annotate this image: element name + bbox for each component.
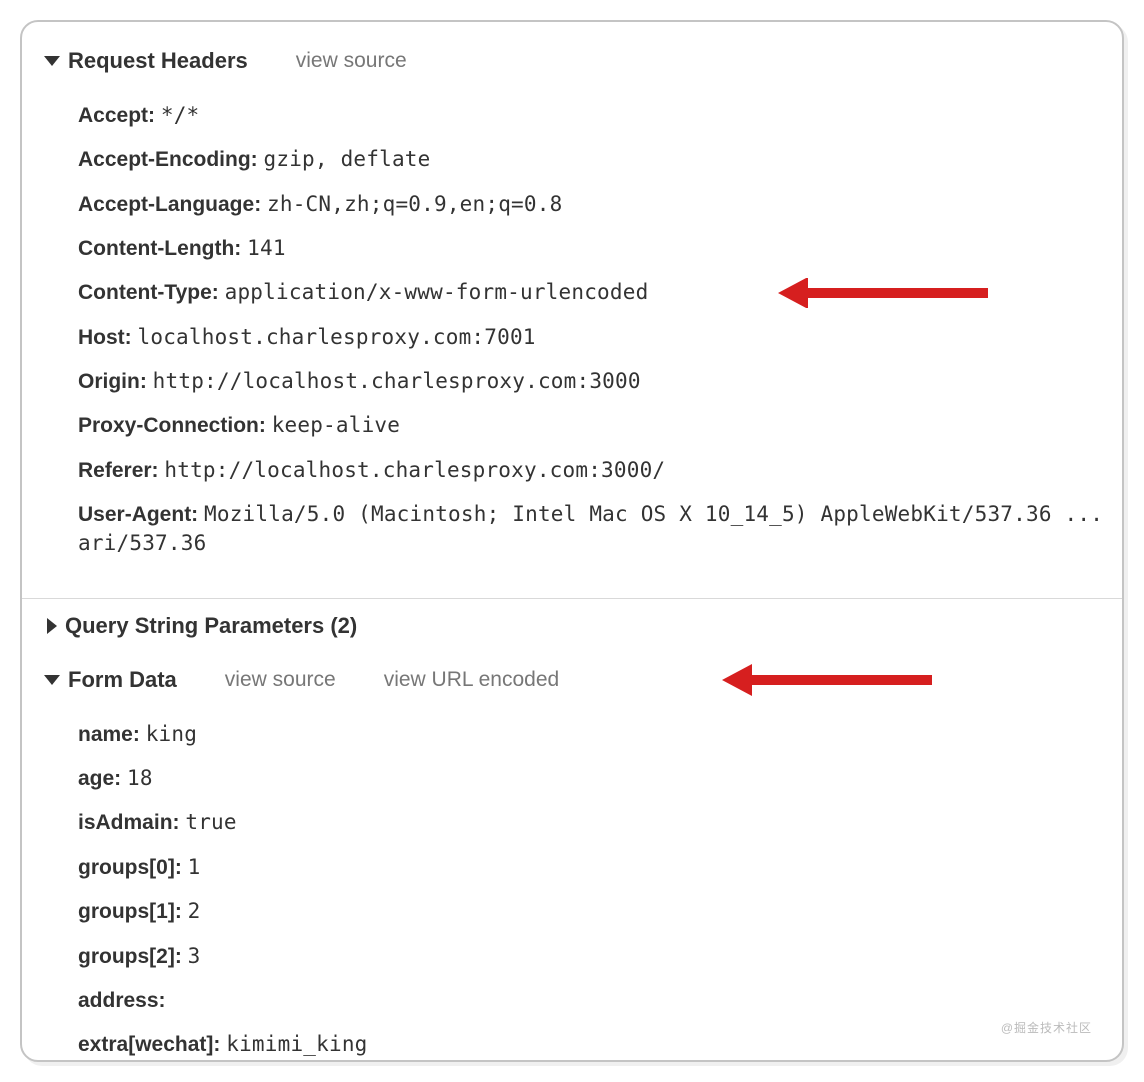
annotation-arrow-icon <box>778 278 988 307</box>
header-row: Referer: http://localhost.charlesproxy.c… <box>78 456 1122 485</box>
request-headers-list: Accept: */* Accept-Encoding: gzip, defla… <box>22 82 1122 592</box>
header-value: http://localhost.charlesproxy.com:3000/ <box>164 458 665 482</box>
form-row: groups[2]: 3 <box>78 942 1122 971</box>
header-value: http://localhost.charlesproxy.com:3000 <box>153 369 641 393</box>
section-title: Request Headers <box>68 48 248 74</box>
header-row: Content-Length: 141 <box>78 234 1122 263</box>
header-key: Proxy-Connection: <box>78 414 266 437</box>
form-value: kimimi_king <box>226 1032 367 1056</box>
form-row: isAdmain: true <box>78 808 1122 837</box>
section-query-string: Query String Parameters (2) Form Data vi… <box>22 598 1122 1062</box>
form-value: 18 <box>127 766 153 790</box>
header-row-content-type: Content-Type: application/x-www-form-url… <box>78 278 1122 307</box>
header-value: gzip, deflate <box>264 147 431 171</box>
header-row: Host: localhost.charlesproxy.com:7001 <box>78 323 1122 352</box>
form-key: extra[wechat]: <box>78 1033 220 1056</box>
form-key: isAdmain: <box>78 811 180 834</box>
form-row: extra[wechat]: kimimi_king <box>78 1030 1122 1059</box>
header-key: Content-Length: <box>78 237 241 260</box>
form-data-toggle[interactable]: Form Data view source view URL encoded <box>22 667 1122 693</box>
section-request-headers: Request Headers view source Accept: */* … <box>22 22 1122 598</box>
form-key: name: <box>78 723 140 746</box>
form-value: 2 <box>188 899 201 923</box>
header-row: Accept: */* <box>78 101 1122 130</box>
form-value: 3 <box>188 944 201 968</box>
header-row: Proxy-Connection: keep-alive <box>78 411 1122 440</box>
view-url-encoded-link[interactable]: view URL encoded <box>384 668 560 692</box>
header-value: localhost.charlesproxy.com:7001 <box>138 325 536 349</box>
header-value: application/x-www-form-urlencoded <box>225 280 649 304</box>
header-value: 141 <box>247 236 286 260</box>
form-value: true <box>185 810 236 834</box>
devtools-headers-panel: Request Headers view source Accept: */* … <box>20 20 1124 1062</box>
section-title: Query String Parameters (2) <box>65 613 357 639</box>
header-key: Accept: <box>78 104 155 127</box>
request-headers-toggle[interactable]: Request Headers view source <box>22 48 1122 74</box>
header-row: Accept-Encoding: gzip, deflate <box>78 145 1122 174</box>
form-data-list: name: king age: 18 isAdmain: true groups… <box>22 701 1122 1062</box>
header-row: Origin: http://localhost.charlesproxy.co… <box>78 367 1122 396</box>
form-row: name: king <box>78 720 1122 749</box>
view-source-link[interactable]: view source <box>296 49 407 73</box>
form-key: groups[2]: <box>78 945 182 968</box>
header-key: Host: <box>78 326 132 349</box>
header-key: Accept-Encoding: <box>78 148 258 171</box>
header-key: Accept-Language: <box>78 193 261 216</box>
header-value: */* <box>161 103 200 127</box>
form-key: groups[1]: <box>78 900 182 923</box>
form-key: age: <box>78 767 121 790</box>
annotation-arrow-icon <box>722 664 932 696</box>
query-string-toggle[interactable]: Query String Parameters (2) <box>22 613 1122 639</box>
form-row: age: 18 <box>78 764 1122 793</box>
header-key: User-Agent: <box>78 503 198 526</box>
form-row: groups[1]: 2 <box>78 897 1122 926</box>
header-key: Content-Type: <box>78 281 219 304</box>
header-value: Mozilla/5.0 (Macintosh; Intel Mac OS X 1… <box>78 502 1103 555</box>
header-value: zh-CN,zh;q=0.9,en;q=0.8 <box>267 192 562 216</box>
header-key: Origin: <box>78 370 147 393</box>
disclosure-triangle-down-icon <box>44 675 60 685</box>
watermark: @掘金技术社区 <box>1001 1019 1092 1036</box>
form-value: king <box>146 722 197 746</box>
form-key: groups[0]: <box>78 856 182 879</box>
disclosure-triangle-right-icon <box>47 618 57 634</box>
header-row: Accept-Language: zh-CN,zh;q=0.9,en;q=0.8 <box>78 190 1122 219</box>
section-title: Form Data <box>68 667 177 693</box>
form-row: groups[0]: 1 <box>78 853 1122 882</box>
form-value: 1 <box>188 855 201 879</box>
header-row: User-Agent: Mozilla/5.0 (Macintosh; Inte… <box>78 500 1122 559</box>
form-key: address: <box>78 989 166 1012</box>
header-value: keep-alive <box>272 413 400 437</box>
header-key: Referer: <box>78 459 159 482</box>
view-source-link[interactable]: view source <box>225 668 336 692</box>
disclosure-triangle-down-icon <box>44 56 60 66</box>
form-row: address: <box>78 986 1122 1015</box>
